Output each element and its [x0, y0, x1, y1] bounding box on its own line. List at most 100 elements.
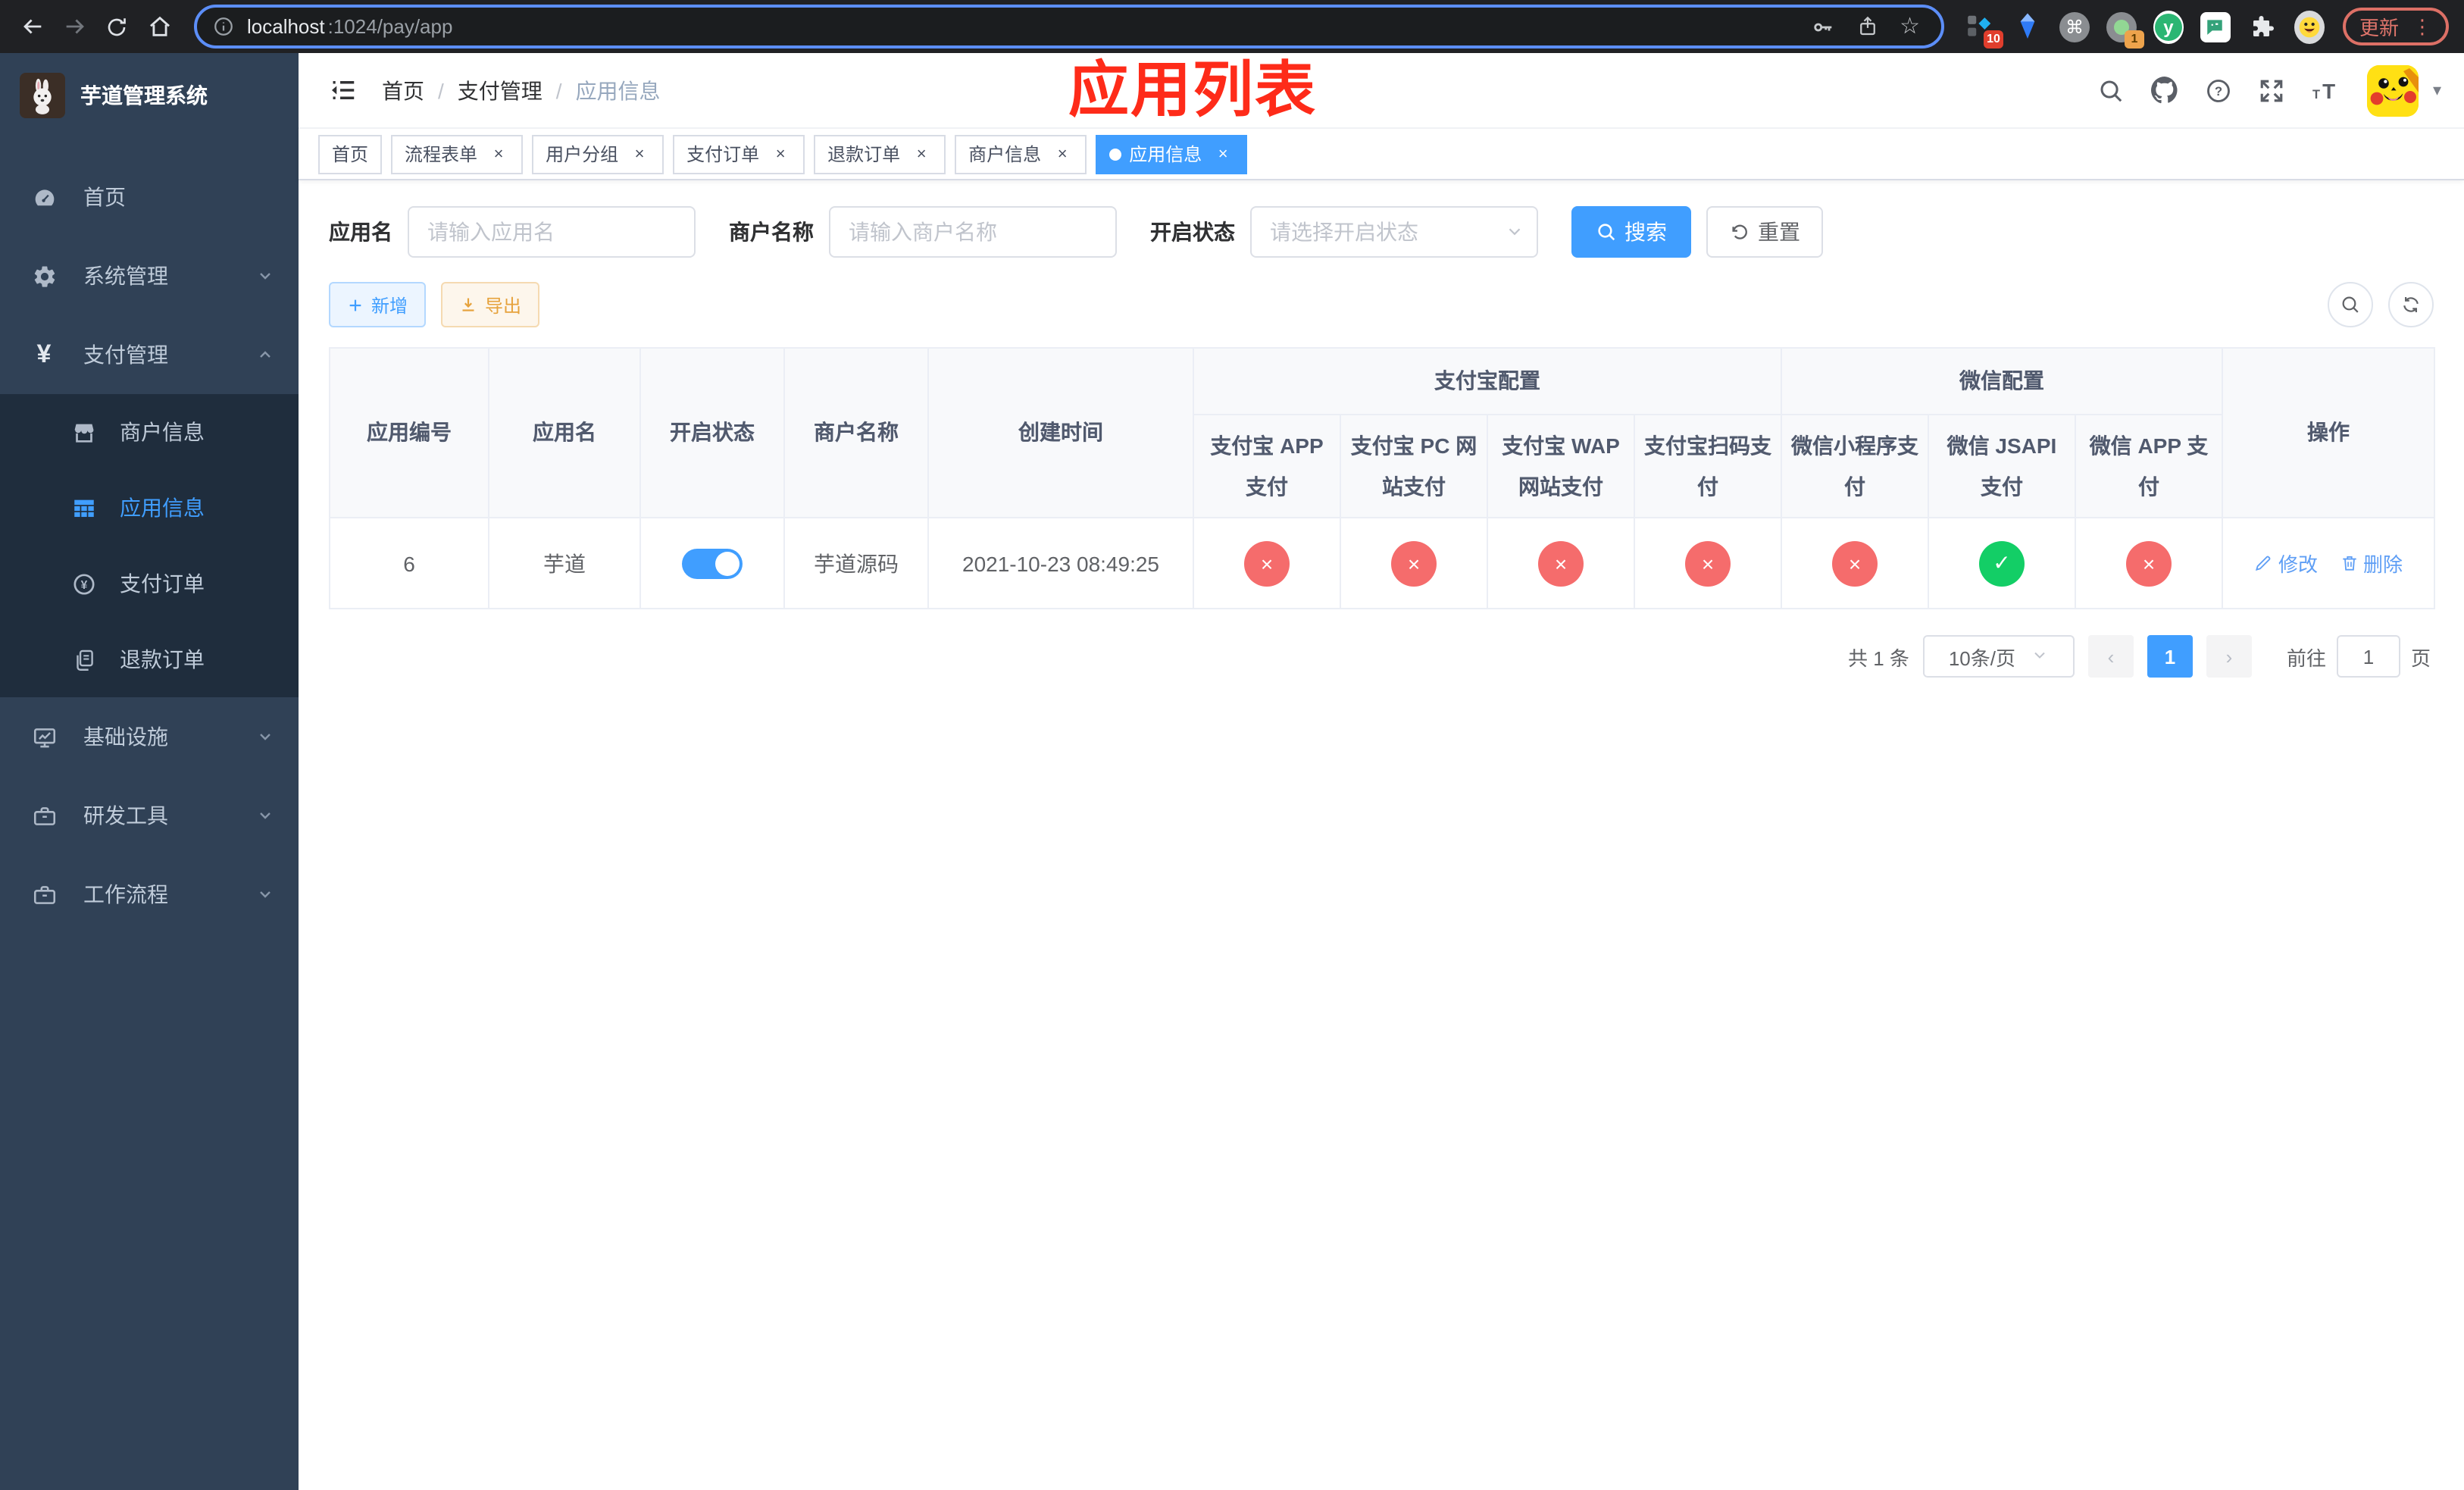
sidebar-item-system[interactable]: 系统管理 — [0, 236, 299, 315]
close-icon[interactable]: × — [911, 143, 932, 164]
search-icon[interactable] — [2098, 77, 2125, 104]
password-key-icon[interactable] — [1810, 14, 1834, 39]
chevron-down-icon — [256, 267, 274, 285]
edit-button[interactable]: 修改 — [2254, 549, 2318, 578]
page-1-button[interactable]: 1 — [2147, 635, 2193, 678]
recorder-extension-icon[interactable]: 1 — [2106, 11, 2144, 48]
extension-badge: 10 — [1983, 30, 2003, 48]
status-label: 开启状态 — [1150, 220, 1235, 244]
reset-button[interactable]: 重置 — [1706, 206, 1823, 258]
col-alipay-app: 支付宝 APP 支付 — [1193, 414, 1341, 518]
status-toggle[interactable] — [682, 548, 743, 578]
user-avatar[interactable] — [2367, 64, 2419, 116]
sidebar-item-pay[interactable]: ¥ 支付管理 — [0, 315, 299, 394]
tag-home[interactable]: 首页 — [318, 134, 383, 174]
share-icon[interactable] — [1856, 15, 1878, 38]
browser-home-icon[interactable] — [139, 7, 179, 46]
page-size-select[interactable]: 10条/页 — [1922, 635, 2075, 678]
tag-user-group[interactable]: 用户分组 × — [532, 134, 664, 174]
bookmark-star-icon[interactable]: ☆ — [1900, 15, 1920, 38]
tag-app-info[interactable]: 应用信息 × — [1096, 134, 1248, 174]
tag-merchant-info[interactable]: 商户信息 × — [955, 134, 1087, 174]
col-wechat-jsapi: 微信 JSAPI 支付 — [1928, 414, 2076, 518]
help-icon[interactable]: ? — [2206, 77, 2233, 104]
breadcrumb-home[interactable]: 首页 — [382, 75, 424, 105]
search-button[interactable]: 搜索 — [1571, 206, 1691, 258]
app-name-input[interactable] — [408, 206, 696, 258]
gear-icon — [30, 262, 58, 290]
extension-panel-icon[interactable]: 10 — [1965, 11, 2003, 48]
command-extension-icon[interactable]: ⌘ — [2059, 11, 2090, 42]
col-group-alipay: 支付宝配置 — [1193, 347, 1782, 415]
col-wechat-mini: 微信小程序支付 — [1781, 414, 1929, 518]
gem-extension-icon[interactable] — [2012, 11, 2043, 42]
yuque-extension-icon[interactable]: y — [2153, 10, 2184, 43]
browser-reload-icon[interactable] — [97, 7, 136, 46]
sidebar-logo: 芋道管理系统 — [0, 53, 299, 136]
col-alipay-qr: 支付宝扫码支付 — [1634, 414, 1782, 518]
cell-merchant: 芋道源码 — [783, 517, 929, 609]
close-icon[interactable]: × — [488, 143, 509, 164]
address-bar[interactable]: localhost:1024/pay/app ☆ — [194, 5, 1944, 49]
documents-icon — [70, 646, 97, 673]
col-app-name: 应用名 — [488, 347, 641, 518]
close-icon[interactable]: × — [1212, 143, 1234, 164]
next-page-button[interactable]: › — [2206, 635, 2252, 678]
browser-back-icon[interactable] — [12, 7, 52, 46]
chevron-down-icon — [256, 728, 274, 746]
sidebar-item-pay-order[interactable]: ¥ 支付订单 — [0, 546, 299, 621]
tag-process-form[interactable]: 流程表单 × — [391, 134, 524, 174]
sidebar-item-refund-order[interactable]: 退款订单 — [0, 621, 299, 697]
add-button[interactable]: 新增 — [329, 282, 427, 327]
sidebar-item-app-info[interactable]: 应用信息 — [0, 470, 299, 546]
toolbox-icon — [30, 802, 58, 829]
browser-menu-icon[interactable]: ⋮ — [2412, 14, 2432, 39]
sidebar-item-workflow[interactable]: 工作流程 — [0, 855, 299, 934]
tag-refund-order[interactable]: 退款订单 × — [814, 134, 946, 174]
caret-down-icon[interactable]: ▾ — [2433, 80, 2441, 100]
col-alipay-pc: 支付宝 PC 网站支付 — [1340, 414, 1488, 518]
sidebar-item-home[interactable]: 首页 — [0, 158, 299, 236]
disabled-icon: × — [1391, 540, 1437, 586]
chevron-down-icon — [256, 806, 274, 825]
close-icon[interactable]: × — [629, 143, 650, 164]
github-icon[interactable] — [2151, 76, 2180, 105]
font-size-icon[interactable]: TT — [2312, 77, 2342, 104]
export-button[interactable]: 导出 — [441, 282, 540, 327]
refresh-icon[interactable] — [2388, 282, 2434, 327]
svg-text:?: ? — [2215, 84, 2223, 98]
sidebar-item-dev-tools[interactable]: 研发工具 — [0, 776, 299, 855]
status-select-input[interactable] — [1250, 206, 1538, 258]
browser-update-button[interactable]: 更新 ⋮ — [2342, 8, 2449, 45]
tag-pay-order[interactable]: 支付订单 × — [673, 134, 805, 174]
sidebar: 芋道管理系统 首页 系统管理 ¥ 支付管理 商户信息 应用信息 ¥ 支付订单 退… — [0, 53, 299, 1490]
close-icon[interactable]: × — [1052, 143, 1073, 164]
active-dot — [1109, 148, 1122, 160]
browser-forward-icon[interactable] — [55, 7, 94, 46]
status-select[interactable] — [1250, 206, 1538, 258]
profile-avatar-icon[interactable] — [2294, 10, 2325, 43]
sidebar-item-label: 首页 — [83, 185, 126, 209]
sidebar-item-merchant-info[interactable]: 商户信息 — [0, 394, 299, 470]
extension-badge-orange: 1 — [2124, 30, 2144, 48]
breadcrumb-pay[interactable]: 支付管理 — [458, 75, 543, 105]
extensions-puzzle-icon[interactable] — [2247, 11, 2278, 42]
sidebar-collapse-icon[interactable] — [321, 69, 364, 111]
show-search-icon[interactable] — [2328, 282, 2373, 327]
col-alipay-wap: 支付宝 WAP 网站支付 — [1487, 414, 1635, 518]
prev-page-button[interactable]: ‹ — [2087, 635, 2134, 678]
url-path: :1024/pay/app — [327, 15, 453, 38]
cell-app-name: 芋道 — [488, 517, 641, 609]
fullscreen-icon[interactable] — [2259, 77, 2286, 104]
chat-extension-icon[interactable] — [2200, 11, 2231, 42]
site-info-icon[interactable] — [212, 15, 235, 38]
pagination: 共 1 条 10条/页 ‹ 1 › 前往 页 — [332, 635, 2431, 678]
sidebar-item-infra[interactable]: 基础设施 — [0, 697, 299, 776]
yen-icon: ¥ — [36, 340, 52, 368]
sidebar-item-label: 基础设施 — [83, 725, 168, 749]
goto-page-input[interactable] — [2336, 635, 2400, 678]
delete-button[interactable]: 删除 — [2339, 549, 2403, 578]
close-icon[interactable]: × — [770, 143, 791, 164]
merchant-name-input[interactable] — [829, 206, 1117, 258]
svg-text:¥: ¥ — [80, 578, 87, 591]
